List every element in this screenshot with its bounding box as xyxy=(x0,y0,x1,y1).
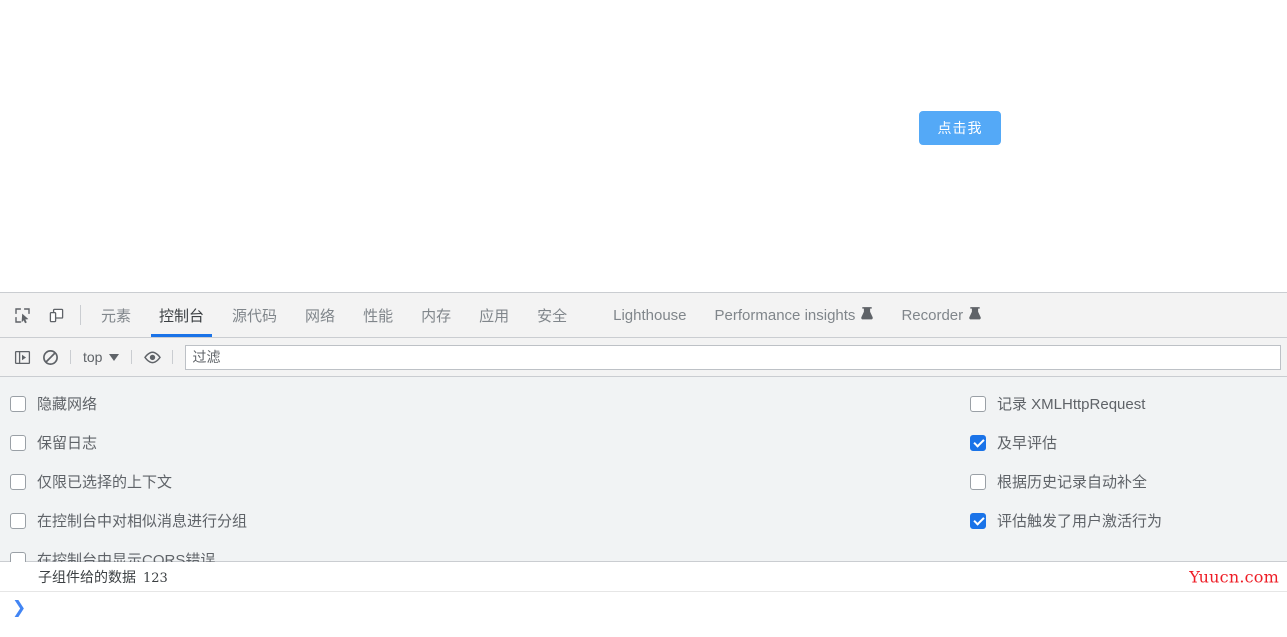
tab-label: Recorder xyxy=(901,306,964,324)
checkbox[interactable] xyxy=(10,395,26,412)
tab-performance[interactable]: 性能 xyxy=(349,293,407,337)
tab-label: 控制台 xyxy=(159,307,205,325)
eye-icon[interactable] xyxy=(138,343,166,371)
devtools-tool-icons xyxy=(0,293,74,337)
tab-network[interactable]: 网络 xyxy=(291,293,349,337)
console-filter-input[interactable] xyxy=(185,344,1281,370)
checkbox[interactable] xyxy=(10,512,26,529)
checkbox[interactable] xyxy=(10,434,26,451)
chevron-down-icon xyxy=(109,353,120,361)
setting-label: 在控制台中对相似消息进行分组 xyxy=(37,513,248,530)
console-message-row[interactable]: 子组件给的数据 123 Yuucn.com xyxy=(0,562,1287,592)
page-viewport: 点击我 xyxy=(0,0,1287,292)
tabbar-divider xyxy=(80,305,81,325)
tab-performance-insights[interactable]: Performance insights xyxy=(701,293,888,337)
tab-label: 源代码 xyxy=(232,307,278,325)
console-toolbar-divider-2 xyxy=(131,350,133,364)
console-settings-left-column: 隐藏网络 保留日志 仅限已选择的上下文 在控制台中对相似消息进行分组 在控制台中… xyxy=(10,377,247,579)
tab-label: Lighthouse xyxy=(613,306,687,324)
console-settings-pane: 隐藏网络 保留日志 仅限已选择的上下文 在控制台中对相似消息进行分组 在控制台中… xyxy=(0,377,1287,569)
console-toolbar-divider-3 xyxy=(172,350,174,364)
console-message-value: 123 xyxy=(143,570,168,586)
setting-eager-evaluation[interactable]: 及早评估 xyxy=(970,423,1162,462)
tab-sources[interactable]: 源代码 xyxy=(218,293,291,337)
tab-label: Performance insights xyxy=(714,306,856,324)
device-toolbar-icon[interactable] xyxy=(42,301,70,329)
console-sidebar-icon[interactable] xyxy=(8,343,36,371)
setting-autocomplete-from-history[interactable]: 根据历史记录自动补全 xyxy=(970,462,1162,501)
setting-group-similar[interactable]: 在控制台中对相似消息进行分组 xyxy=(10,501,247,540)
tab-elements[interactable]: 元素 xyxy=(87,293,145,337)
experiment-flask-icon xyxy=(969,306,981,324)
console-prompt-row[interactable]: ❯ xyxy=(0,592,1287,622)
setting-selected-context-only[interactable]: 仅限已选择的上下文 xyxy=(10,462,247,501)
setting-preserve-log[interactable]: 保留日志 xyxy=(10,423,247,462)
console-toolbar: top xyxy=(0,338,1287,377)
checkbox[interactable] xyxy=(970,512,986,529)
tab-label: 网络 xyxy=(305,307,336,325)
setting-label: 评估触发了用户激活行为 xyxy=(997,513,1163,530)
tab-label: 安全 xyxy=(537,307,568,325)
setting-label: 及早评估 xyxy=(997,435,1058,452)
tab-console[interactable]: 控制台 xyxy=(145,293,218,337)
console-prompt-input[interactable] xyxy=(34,598,1287,616)
devtools-panel: 元素 控制台 源代码 网络 性能 内存 应用 安全 Lighthouse Per… xyxy=(0,292,1287,637)
checkbox[interactable] xyxy=(970,395,986,412)
devtools-tabs: 元素 控制台 源代码 网络 性能 内存 应用 安全 Lighthouse Per… xyxy=(87,293,1287,337)
clear-console-icon[interactable] xyxy=(36,343,64,371)
checkbox[interactable] xyxy=(970,473,986,490)
tab-application[interactable]: 应用 xyxy=(465,293,523,337)
setting-label: 根据历史记录自动补全 xyxy=(997,474,1148,491)
checkbox[interactable] xyxy=(970,434,986,451)
execution-context-selector[interactable]: top xyxy=(77,347,125,367)
tab-memory[interactable]: 内存 xyxy=(407,293,465,337)
tab-label: 性能 xyxy=(363,307,394,325)
watermark: Yuucn.com xyxy=(1189,567,1279,586)
setting-label: 记录 XMLHttpRequest xyxy=(997,396,1146,413)
execution-context-label: top xyxy=(83,349,103,365)
tab-label: 内存 xyxy=(421,307,452,325)
console-toolbar-divider-1 xyxy=(70,350,71,364)
tab-recorder[interactable]: Recorder xyxy=(887,293,995,337)
setting-label: 保留日志 xyxy=(37,435,98,452)
setting-hide-network[interactable]: 隐藏网络 xyxy=(10,384,247,423)
console-message-label: 子组件给的数据 xyxy=(38,569,136,586)
inspect-element-icon[interactable] xyxy=(8,301,36,329)
experiment-flask-icon xyxy=(861,306,874,324)
tab-label: 应用 xyxy=(479,307,510,325)
tab-security[interactable]: 安全 xyxy=(523,293,581,337)
console-settings-right-column: 记录 XMLHttpRequest 及早评估 根据历史记录自动补全 评估触发了用… xyxy=(970,377,1162,540)
checkbox[interactable] xyxy=(10,473,26,490)
setting-log-xmlhttprequests[interactable]: 记录 XMLHttpRequest xyxy=(970,384,1162,423)
tab-lighthouse[interactable]: Lighthouse xyxy=(599,293,700,337)
click-me-button[interactable]: 点击我 xyxy=(919,111,1001,145)
tabs-spacer xyxy=(581,293,599,337)
devtools-tabbar: 元素 控制台 源代码 网络 性能 内存 应用 安全 Lighthouse Per… xyxy=(0,293,1287,338)
setting-label: 隐藏网络 xyxy=(37,396,98,413)
console-output: 子组件给的数据 123 Yuucn.com ❯ xyxy=(0,562,1287,637)
setting-evaluate-triggers-user-activation[interactable]: 评估触发了用户激活行为 xyxy=(970,501,1162,540)
setting-label: 仅限已选择的上下文 xyxy=(37,474,173,491)
tab-label: 元素 xyxy=(101,307,132,325)
console-message-text: 子组件给的数据 123 xyxy=(38,567,168,587)
prompt-chevron-icon: ❯ xyxy=(12,597,27,617)
